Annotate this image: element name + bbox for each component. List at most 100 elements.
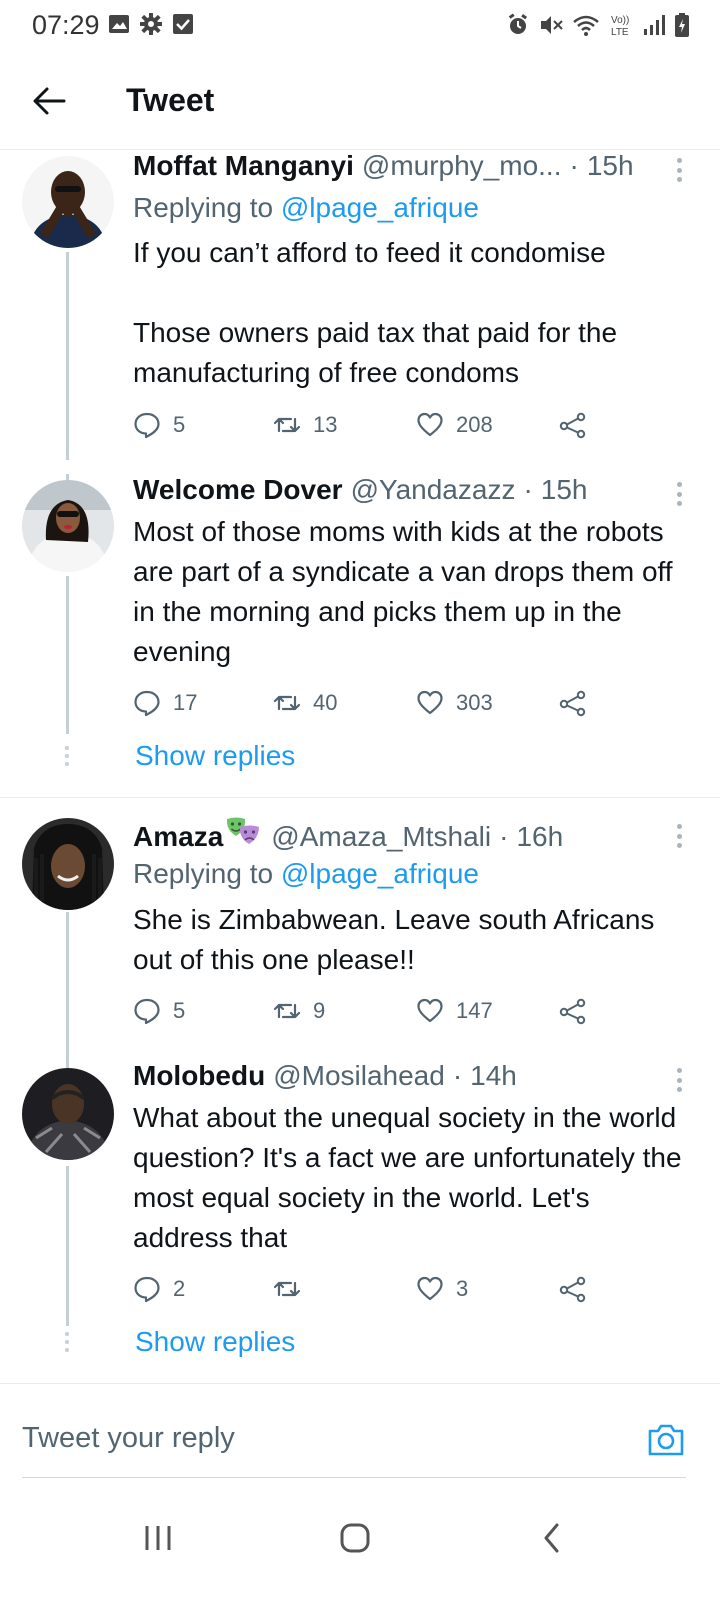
replying-to-link[interactable]: @lpage_afrique	[281, 192, 479, 223]
gear-icon	[140, 13, 162, 35]
avatar-image	[22, 818, 114, 910]
replying-to-link[interactable]: @lpage_afrique	[281, 858, 479, 889]
reply-count: 17	[173, 690, 198, 715]
share-icon	[559, 690, 586, 717]
reply-button[interactable]: 5	[133, 408, 185, 442]
author-name[interactable]: Welcome Dover	[133, 474, 343, 506]
retweet-icon	[273, 1281, 301, 1297]
reply-icon	[134, 998, 160, 1025]
status-left-icons	[108, 13, 194, 35]
arrow-left-icon	[33, 87, 66, 115]
author-handle[interactable]: @Yandazazz	[351, 474, 516, 506]
retweet-icon	[273, 417, 301, 433]
share-icon	[559, 1276, 586, 1303]
tweet-text: She is Zimbabwean. Leave south Africans …	[133, 904, 655, 975]
tweet-time: 15h	[540, 474, 588, 505]
tweet-3[interactable]: Amaza @Amaza_Mtshali · 16h Replying to @…	[0, 816, 720, 1066]
reply-input[interactable]	[22, 1400, 686, 1478]
tweet-4[interactable]: Molobedu @Mosilahead · 14h What about th…	[0, 1060, 720, 1380]
retweet-button[interactable]: 40	[273, 686, 337, 720]
reply-count: 2	[173, 1276, 186, 1301]
like-button[interactable]: 3	[416, 1272, 468, 1306]
reply-button[interactable]: 5	[133, 994, 185, 1028]
thread-line	[66, 912, 69, 1066]
retweet-button[interactable]	[273, 1272, 313, 1306]
retweet-icon	[273, 1003, 301, 1019]
author-handle[interactable]: @Amaza_Mtshali	[271, 821, 491, 853]
tweet-time: 15h	[586, 150, 634, 181]
tweet-time: 16h	[516, 821, 564, 852]
tweet-header: Moffat Manganyi @murphy_mo... · 15h	[133, 150, 668, 190]
reply-icon	[134, 1276, 160, 1303]
back-button[interactable]	[26, 78, 72, 124]
thread-line	[66, 1166, 69, 1326]
share-button[interactable]	[559, 408, 587, 442]
tweet-2[interactable]: Welcome Dover @Yandazazz · 15h Most of t…	[0, 474, 720, 794]
status-bar: 07:29 Vo)) LTE	[0, 0, 720, 54]
more-options-button[interactable]	[674, 1065, 684, 1095]
author-name[interactable]: Molobedu	[133, 1060, 265, 1092]
thread-line	[66, 1060, 69, 1068]
reply-composer	[0, 1400, 720, 1482]
share-button[interactable]	[559, 994, 587, 1028]
share-button[interactable]	[559, 686, 587, 720]
avatar[interactable]	[22, 1068, 114, 1160]
share-icon	[559, 412, 586, 439]
like-count: 3	[456, 1276, 469, 1301]
reply-button[interactable]: 17	[133, 686, 197, 720]
like-button[interactable]: 303	[416, 686, 493, 720]
status-time: 07:29	[32, 10, 100, 40]
author-handle[interactable]: @murphy_mo...	[362, 150, 562, 182]
like-count: 303	[456, 690, 493, 715]
image-icon	[109, 15, 129, 33]
reply-button[interactable]: 2	[133, 1272, 185, 1306]
camera-button[interactable]	[646, 1420, 686, 1460]
avatar-image	[22, 480, 114, 572]
separator-dot: ·	[523, 474, 533, 505]
tweet-time: 14h	[470, 1060, 517, 1091]
retweet-button[interactable]: 9	[273, 994, 325, 1028]
retweet-count: 13	[313, 412, 338, 437]
tweet-1[interactable]: Moffat Manganyi @murphy_mo... · 15h Repl…	[0, 150, 720, 460]
replying-to: Replying to @lpage_afrique	[133, 858, 479, 890]
more-options-button[interactable]	[674, 821, 684, 851]
thread-divider	[0, 797, 720, 798]
like-button[interactable]: 208	[416, 408, 493, 442]
wifi-icon	[573, 15, 599, 36]
home-button[interactable]	[325, 1508, 385, 1568]
more-options-button[interactable]	[674, 155, 684, 185]
heart-icon	[417, 998, 443, 1023]
like-button[interactable]: 147	[416, 994, 493, 1028]
tweet-actions: 2 3	[133, 1272, 603, 1306]
system-nav-bar	[0, 1484, 720, 1600]
author-name[interactable]: Moffat Manganyi	[133, 150, 354, 182]
show-replies-link[interactable]: Show replies	[135, 1326, 295, 1358]
svg-text:Vo)): Vo))	[611, 15, 629, 26]
avatar[interactable]	[22, 480, 114, 572]
reply-icon	[134, 412, 160, 439]
avatar[interactable]	[22, 818, 114, 910]
author-name[interactable]: Amaza	[133, 821, 223, 853]
author-handle[interactable]: @Mosilahead	[273, 1060, 445, 1092]
retweet-button[interactable]: 13	[273, 408, 337, 442]
performing-arts-masks-icon	[227, 817, 260, 844]
heart-icon	[417, 1276, 443, 1301]
tweet-actions: 5 13 208	[133, 408, 603, 442]
svg-text:LTE: LTE	[611, 27, 629, 38]
recent-apps-icon	[145, 1526, 171, 1550]
more-options-button[interactable]	[674, 479, 684, 509]
reply-icon	[134, 690, 160, 717]
share-button[interactable]	[559, 1272, 587, 1306]
alarm-icon	[508, 13, 528, 34]
like-count: 208	[456, 412, 493, 437]
page-title: Tweet	[126, 82, 215, 118]
retweet-icon	[273, 695, 301, 711]
tweet-header: Welcome Dover @Yandazazz · 15h	[133, 474, 668, 514]
separator-dot: ·	[569, 150, 579, 181]
show-replies-link[interactable]: Show replies	[135, 740, 295, 772]
system-back-button[interactable]	[522, 1508, 582, 1568]
checkbox-icon	[173, 14, 193, 34]
volte-icon: Vo))LTE	[611, 15, 629, 38]
avatar[interactable]	[22, 156, 114, 248]
recent-apps-button[interactable]	[128, 1508, 188, 1568]
